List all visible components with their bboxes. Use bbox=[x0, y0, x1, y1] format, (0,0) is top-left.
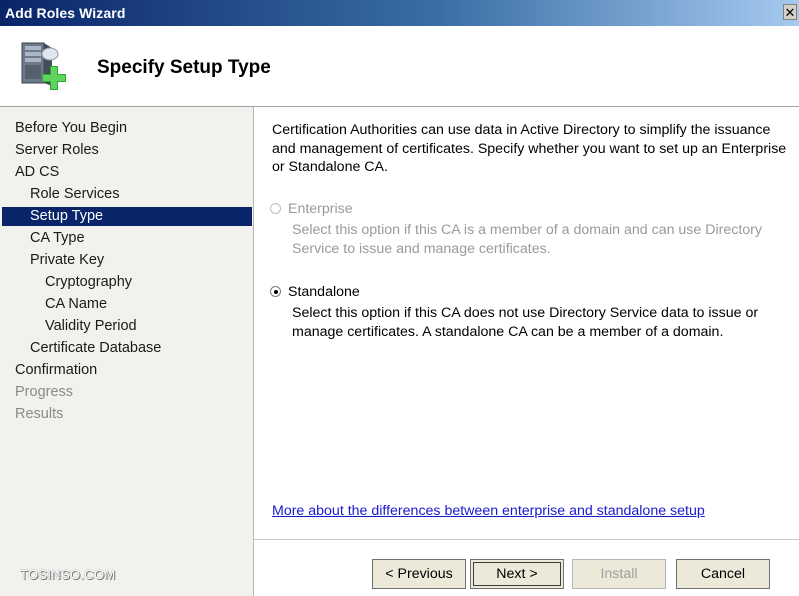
step-label: Cryptography bbox=[45, 274, 133, 290]
step-label: Setup Type bbox=[30, 208, 104, 224]
step-label: Before You Begin bbox=[15, 120, 128, 136]
title-bar: Add Roles Wizard ✕ bbox=[0, 0, 799, 26]
step-certificate-database[interactable]: Certificate Database bbox=[2, 339, 252, 358]
server-add-icon bbox=[21, 42, 66, 90]
step-server-roles[interactable]: Server Roles bbox=[2, 141, 252, 160]
step-ca-name[interactable]: CA Name bbox=[2, 295, 252, 314]
step-before-you-begin[interactable]: Before You Begin bbox=[2, 119, 252, 138]
wizard-content: Certification Authorities can use data i… bbox=[254, 107, 799, 596]
step-ca-type[interactable]: CA Type bbox=[2, 229, 252, 248]
previous-button[interactable]: < Previous bbox=[372, 559, 466, 589]
standalone-radio[interactable] bbox=[270, 286, 281, 297]
watermark-text: TOSINSO.COM bbox=[20, 567, 116, 582]
step-label: Progress bbox=[15, 384, 74, 400]
step-cryptography[interactable]: Cryptography bbox=[2, 273, 252, 292]
step-confirmation[interactable]: Confirmation bbox=[2, 361, 252, 380]
enterprise-description: Select this option if this CA is a membe… bbox=[292, 222, 762, 257]
install-button: Install bbox=[572, 559, 666, 589]
step-label: Results bbox=[15, 406, 64, 422]
enterprise-label: Enterprise bbox=[288, 201, 353, 217]
step-private-key[interactable]: Private Key bbox=[2, 251, 252, 270]
setup-description: Certification Authorities can use data i… bbox=[272, 122, 787, 175]
enterprise-radio bbox=[270, 203, 281, 214]
step-ad-cs[interactable]: AD CS bbox=[2, 163, 252, 182]
page-title: Specify Setup Type bbox=[97, 57, 271, 78]
step-label: AD CS bbox=[15, 164, 60, 180]
standalone-label[interactable]: Standalone bbox=[288, 283, 360, 302]
next-button[interactable]: Next > bbox=[470, 559, 564, 589]
step-label: Role Services bbox=[30, 186, 120, 202]
window-title: Add Roles Wizard bbox=[5, 5, 126, 21]
step-label: Certificate Database bbox=[30, 340, 162, 356]
cancel-button[interactable]: Cancel bbox=[676, 559, 770, 589]
step-label: Validity Period bbox=[45, 318, 137, 334]
step-setup-type[interactable]: Setup Type bbox=[2, 207, 252, 226]
wizard-step-list: Before You Begin Server Roles AD CS Role… bbox=[0, 107, 254, 596]
close-icon[interactable]: ✕ bbox=[783, 4, 797, 20]
step-label: CA Name bbox=[45, 296, 108, 312]
step-label: Confirmation bbox=[15, 362, 98, 378]
step-role-services[interactable]: Role Services bbox=[2, 185, 252, 204]
standalone-description: Select this option if this CA does not u… bbox=[292, 305, 759, 340]
step-label: CA Type bbox=[30, 230, 85, 246]
wizard-header: Specify Setup Type bbox=[0, 26, 799, 107]
button-divider bbox=[254, 539, 799, 540]
step-label: Private Key bbox=[30, 252, 105, 268]
step-progress: Progress bbox=[2, 383, 252, 402]
step-label: Server Roles bbox=[15, 142, 99, 158]
step-validity-period[interactable]: Validity Period bbox=[2, 317, 252, 336]
help-link[interactable]: More about the differences between enter… bbox=[272, 503, 705, 519]
step-results: Results bbox=[2, 405, 252, 424]
